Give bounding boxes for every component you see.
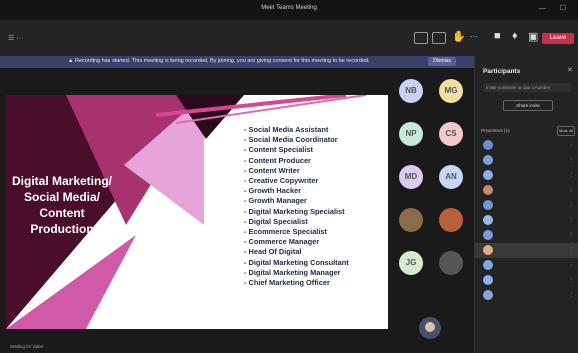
recording-banner: ▲ Recording has started. This meeting is…	[0, 56, 474, 68]
job-title-item: Chief Marketing Officer	[244, 278, 349, 288]
self-video-avatar[interactable]	[419, 317, 441, 339]
more-options-icon[interactable]: ⋮	[569, 232, 574, 238]
participant-row[interactable]: ⋮	[475, 273, 578, 288]
slide-left-title: Digital Marketing/ Social Media/ Content…	[11, 174, 112, 236]
participant-tiles: NB MG NP CS MD AN JG	[390, 76, 474, 353]
share-invite-button[interactable]: Share invite	[503, 100, 553, 111]
mic-icon[interactable]: ♦	[512, 30, 518, 42]
more-options-icon[interactable]: ⋮	[569, 217, 574, 223]
participant-tile[interactable]: MD	[392, 162, 430, 206]
participant-list: ⋮ ⋮ ⋮ ⋮ ⋮ ⋮ ⋮ ⋮ ⋮ ⋮ ⋮	[475, 138, 578, 303]
job-title-item: Ecommerce Specialist	[244, 227, 349, 237]
more-options-icon[interactable]: ⋮	[569, 157, 574, 163]
job-title-item: Head Of Digital	[244, 247, 349, 257]
avatar	[483, 155, 493, 165]
banner-text: ▲ Recording has started. This meeting is…	[68, 58, 370, 64]
participant-tile[interactable]	[392, 205, 430, 249]
job-title-item: Digital Marketing Manager	[244, 268, 349, 278]
avatar: AN	[439, 165, 463, 189]
participant-row[interactable]: ⋮	[475, 243, 578, 258]
section-heading: Presenters (1)	[481, 128, 510, 133]
avatar: NB	[399, 79, 423, 103]
job-title-item: Creative Copywriter	[244, 176, 349, 186]
job-title-item: Commerce Manager	[244, 237, 349, 247]
job-title-item: Digital Specialist	[244, 217, 349, 227]
avatar	[399, 208, 423, 232]
more-options-icon[interactable]: ⋮	[569, 202, 574, 208]
more-options-icon[interactable]: ⋮	[569, 292, 574, 298]
job-title-item: Digital Marketing Specialist	[244, 207, 349, 217]
avatar	[483, 230, 493, 240]
more-options-icon[interactable]: ⋮	[569, 142, 574, 148]
participant-tile[interactable]	[432, 205, 470, 249]
window-titlebar: Meet Teams Meeting — ☐	[0, 0, 578, 20]
panel-title: Participants	[483, 68, 521, 75]
avatar	[483, 200, 493, 210]
avatar	[439, 251, 463, 275]
participant-tile[interactable]: NP	[392, 119, 430, 163]
participant-row[interactable]: ⋮	[475, 258, 578, 273]
avatar	[483, 170, 493, 180]
job-title-item: Social Media Assistant	[244, 125, 349, 135]
participant-row[interactable]: ⋮	[475, 198, 578, 213]
avatar: CS	[439, 122, 463, 146]
job-title-item: Growth Hacker	[244, 186, 349, 196]
avatar	[483, 245, 493, 255]
participant-tile[interactable]	[432, 248, 470, 292]
menu-icon[interactable]: ☰ ···	[8, 34, 23, 42]
job-title-item: Content Specialist	[244, 145, 349, 155]
more-options-icon[interactable]: ⋮	[569, 247, 574, 253]
job-title-list: Social Media AssistantSocial Media Coord…	[244, 125, 349, 288]
avatar	[483, 260, 493, 270]
dismiss-button[interactable]: Dismiss	[428, 57, 456, 66]
participant-row[interactable]: ⋮	[475, 288, 578, 303]
participant-row[interactable]: ⋮	[475, 213, 578, 228]
more-options-icon[interactable]: ⋮	[569, 187, 574, 193]
more-options-icon[interactable]: ⋮	[569, 262, 574, 268]
avatar	[483, 185, 493, 195]
participant-row[interactable]: ⋮	[475, 138, 578, 153]
close-icon[interactable]: ✕	[567, 66, 573, 74]
participant-row[interactable]: ⋮	[475, 153, 578, 168]
avatar	[439, 208, 463, 232]
camera-icon[interactable]: ■	[494, 30, 501, 42]
invite-search-input[interactable]: Invite someone or dial a number	[483, 83, 571, 92]
participant-tile[interactable]: CS	[432, 119, 470, 163]
job-title-item: Digital Marketing Consultant	[244, 258, 349, 268]
participants-icon[interactable]	[432, 32, 446, 44]
avatar: MG	[439, 79, 463, 103]
avatar	[483, 290, 493, 300]
avatar: MD	[399, 165, 423, 189]
avatar: JG	[399, 251, 423, 275]
shared-slide: Digital Marketing/ Social Media/ Content…	[6, 95, 388, 329]
avatar	[483, 215, 493, 225]
share-screen-icon[interactable]: ▣	[528, 30, 538, 43]
participant-row[interactable]: ⋮	[475, 168, 578, 183]
avatar	[483, 140, 493, 150]
chat-icon[interactable]	[414, 32, 428, 44]
participant-row[interactable]: ⋮	[475, 228, 578, 243]
participant-tile[interactable]: JG	[392, 248, 430, 292]
job-title-item: Social Media Coordinator	[244, 135, 349, 145]
meeting-toolbar: ☰ ··· ✋ ··· ■ ♦ ▣ Leave	[0, 20, 578, 56]
leave-button[interactable]: Leave	[542, 33, 574, 44]
job-title-item: Content Producer	[244, 156, 349, 166]
mute-all-button[interactable]: Mute all	[557, 126, 575, 136]
window-controls[interactable]: — ☐	[539, 4, 572, 12]
job-title-item: Content Writer	[244, 166, 349, 176]
participants-panel: Participants ✕ Invite someone or dial a …	[474, 56, 578, 353]
avatar	[483, 275, 493, 285]
participant-tile[interactable]: AN	[432, 162, 470, 206]
window-title: Meet Teams Meeting	[261, 5, 317, 11]
participant-tile[interactable]: NB	[392, 76, 430, 120]
job-title-item: Growth Manager	[244, 196, 349, 206]
more-options-icon[interactable]: ⋮	[569, 277, 574, 283]
more-options-icon[interactable]: ⋮	[569, 172, 574, 178]
raise-hand-icon[interactable]: ✋	[452, 30, 466, 43]
more-options-icon[interactable]: ···	[470, 32, 478, 41]
participant-tile[interactable]: MG	[432, 76, 470, 120]
avatar: NP	[399, 122, 423, 146]
bottom-status: Waiting for video	[10, 344, 44, 349]
participant-row[interactable]: ⋮	[475, 183, 578, 198]
